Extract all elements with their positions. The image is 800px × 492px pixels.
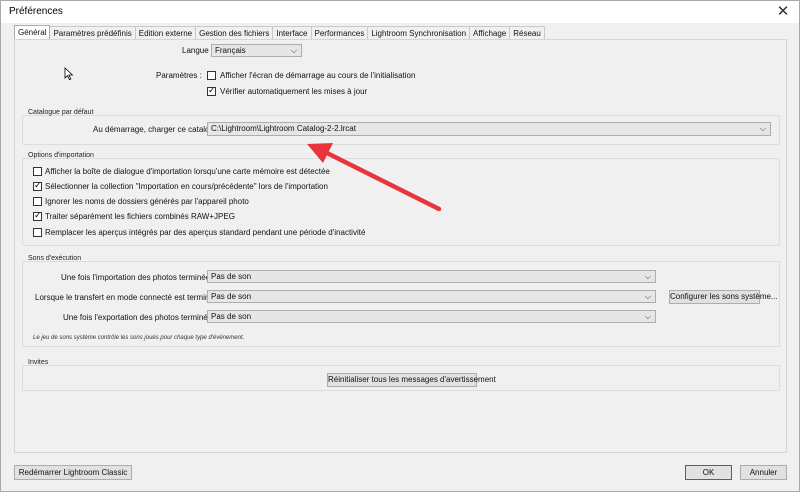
red-arrow-icon — [307, 143, 442, 212]
tab-display[interactable]: Affichage — [469, 26, 511, 40]
tab-file-handling[interactable]: Gestion des fichiers — [195, 26, 274, 40]
settings-label: Paramètres : — [156, 71, 202, 80]
title-bar: Préférences ✕ — [1, 1, 799, 23]
show-splash-checkbox[interactable] — [207, 71, 216, 80]
chevron-down-icon: ⌵ — [759, 124, 766, 133]
replace-previews-label: Remplacer les aperçus intégrés par des a… — [45, 228, 366, 237]
sounds-note: Le jeu de sons système contrôle les sons… — [33, 335, 245, 341]
cancel-button[interactable]: Annuler — [740, 465, 787, 480]
import-sound-value: Pas de son — [211, 272, 252, 281]
import-options-group-title: Options d'importation — [28, 152, 94, 159]
tab-network[interactable]: Réseau — [509, 26, 545, 40]
tab-presets[interactable]: Paramètres prédéfinis — [49, 26, 136, 40]
sounds-group-title: Sons d'exécution — [28, 255, 82, 262]
tab-lightroom-sync[interactable]: Lightroom Synchronisation — [367, 26, 471, 40]
ignore-folder-names-checkbox[interactable] — [33, 197, 42, 206]
select-collection-label: Sélectionner la collection "Importation … — [45, 182, 328, 191]
raw-jpeg-label: Traiter séparément les fichiers combinés… — [45, 212, 235, 221]
window-title: Préférences — [9, 6, 63, 17]
chevron-down-icon: ⌵ — [644, 312, 651, 321]
close-icon[interactable]: ✕ — [773, 3, 793, 21]
chevron-down-icon: ⌵ — [290, 46, 297, 55]
import-sound-label: Une fois l'importation des photos termin… — [61, 273, 230, 282]
tab-external-editing[interactable]: Edition externe — [134, 26, 197, 40]
startup-catalog-value: C:\Lightroom\Lightroom Catalog-2-2.lrcat — [211, 124, 356, 133]
reset-warnings-button[interactable]: Réinitialiser tous les messages d'averti… — [327, 373, 496, 387]
prompts-group-title: Invites — [28, 359, 49, 366]
chevron-down-icon: ⌵ — [644, 292, 651, 301]
show-splash-label: Afficher l'écran de démarrage au cours d… — [220, 71, 416, 80]
replace-previews-checkbox[interactable] — [33, 228, 42, 237]
import-sound-select[interactable]: Pas de son ⌵ — [207, 270, 656, 283]
restart-lightroom-button[interactable]: Redémarrer Lightroom Classic — [14, 465, 132, 480]
select-collection-checkbox[interactable] — [33, 180, 42, 191]
ok-button[interactable]: OK — [685, 465, 732, 480]
general-panel: Langue : Français ⌵ Paramètres : Affiche… — [14, 39, 787, 453]
check-updates-label: Vérifier automatiquement les mises à jou… — [220, 87, 368, 96]
startup-catalog-select[interactable]: C:\Lightroom\Lightroom Catalog-2-2.lrcat… — [207, 122, 771, 136]
export-sound-select[interactable]: Pas de son ⌵ — [207, 310, 656, 323]
tether-sound-select[interactable]: Pas de son ⌵ — [207, 290, 656, 303]
tether-sound-label: Lorsque le transfert en mode connecté es… — [35, 293, 234, 302]
raw-jpeg-checkbox[interactable] — [33, 210, 42, 221]
check-updates-checkbox[interactable] — [207, 85, 216, 96]
language-value: Français — [215, 46, 246, 55]
tether-sound-value: Pas de son — [211, 292, 252, 301]
tab-performance[interactable]: Performances — [310, 26, 369, 40]
ignore-folder-names-label: Ignorer les noms de dossiers générés par… — [45, 197, 249, 206]
tab-bar: Général Paramètres prédéfinis Edition ex… — [14, 25, 545, 40]
mouse-cursor-icon — [64, 67, 74, 81]
language-label: Langue : — [182, 46, 214, 55]
catalog-group-title: Catalogue par défaut — [28, 109, 94, 116]
export-sound-value: Pas de son — [211, 312, 252, 321]
language-select[interactable]: Français ⌵ — [211, 44, 302, 57]
preferences-window: Préférences ✕ Général Paramètres prédéfi… — [0, 0, 800, 492]
import-dialog-label: Afficher la boîte de dialogue d'importat… — [45, 167, 330, 176]
import-dialog-checkbox[interactable] — [33, 167, 42, 176]
chevron-down-icon: ⌵ — [644, 272, 651, 281]
tab-general[interactable]: Général — [14, 25, 51, 40]
tab-interface[interactable]: Interface — [272, 26, 312, 40]
configure-sounds-button[interactable]: Configurer les sons système... — [669, 290, 778, 304]
